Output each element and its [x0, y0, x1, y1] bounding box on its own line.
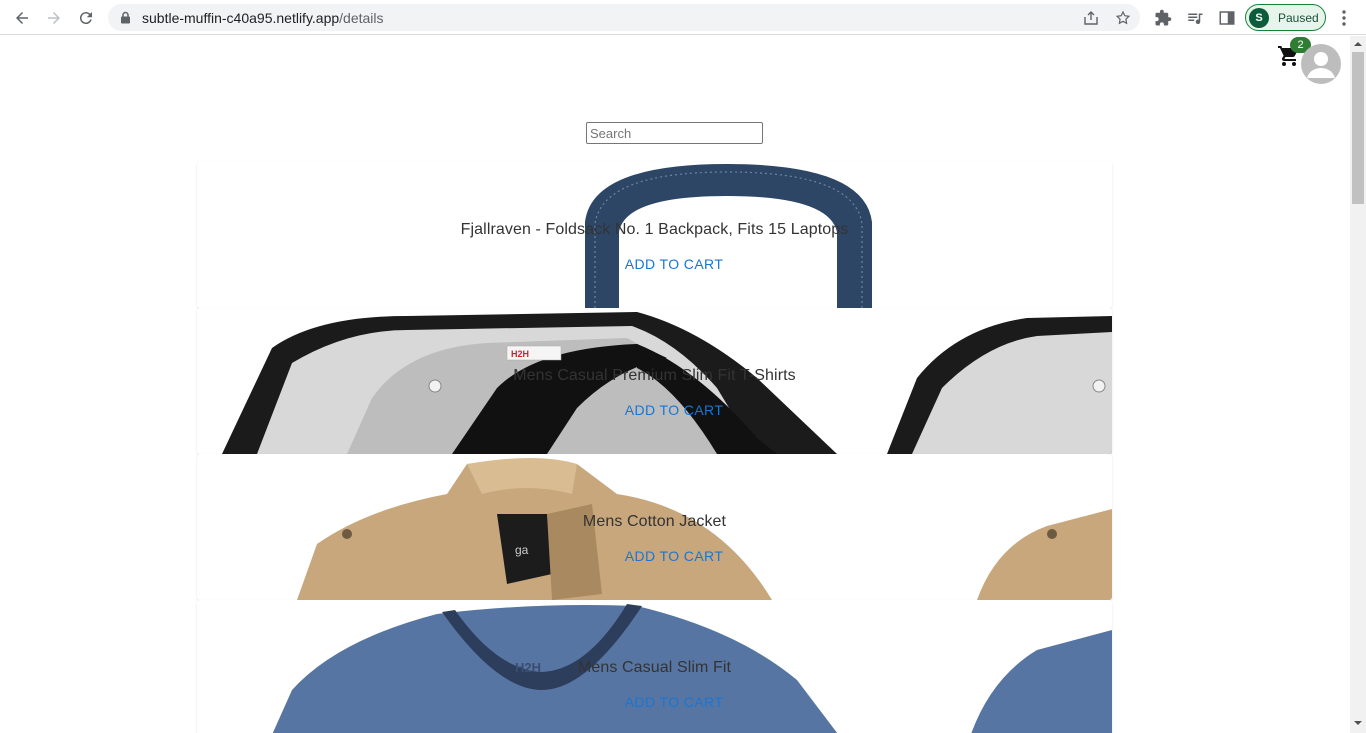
profile-avatar: S [1249, 7, 1269, 28]
page-content: 2 Fjallraven - Foldsack No. 1 Backpack, … [0, 36, 1350, 733]
product-card: H2H Mens Casual Premium Slim Fit T-Shirt… [197, 308, 1112, 454]
search-input[interactable] [586, 122, 763, 144]
menu-icon[interactable] [1336, 8, 1352, 28]
product-title: Fjallraven - Foldsack No. 1 Backpack, Fi… [460, 221, 849, 238]
media-icon[interactable] [1185, 8, 1205, 28]
add-to-cart-button[interactable]: ADD TO CART [594, 252, 754, 276]
scroll-down-icon[interactable] [1354, 719, 1362, 727]
svg-text:ga: ga [515, 543, 529, 557]
url-text: subtle-muffin-c40a95.netlify.app/details [142, 10, 384, 26]
add-to-cart-button[interactable]: ADD TO CART [594, 690, 754, 714]
sidepanel-icon[interactable] [1217, 8, 1237, 28]
url-path: /details [339, 10, 384, 26]
profile-status: Paused [1278, 10, 1319, 25]
star-icon[interactable] [1114, 9, 1132, 27]
product-title: Mens Cotton Jacket [582, 513, 727, 530]
product-list: Fjallraven - Foldsack No. 1 Backpack, Fi… [197, 162, 1112, 733]
profile-button[interactable]: S Paused [1245, 4, 1326, 31]
browser-toolbar: subtle-muffin-c40a95.netlify.app/details… [0, 0, 1366, 35]
product-title: Mens Casual Premium Slim Fit T-Shirts [513, 367, 796, 384]
scroll-thumb[interactable] [1352, 52, 1364, 204]
add-to-cart-button[interactable]: ADD TO CART [594, 398, 754, 422]
product-card: H2H Mens Casual Slim Fit ADD TO CART [197, 600, 1112, 733]
share-icon[interactable] [1082, 9, 1100, 27]
product-card: Fjallraven - Foldsack No. 1 Backpack, Fi… [197, 162, 1112, 308]
extensions-icon[interactable] [1153, 8, 1173, 28]
page-scrollbar[interactable] [1350, 36, 1366, 733]
forward-icon[interactable] [42, 6, 66, 30]
back-icon[interactable] [10, 6, 34, 30]
account-icon[interactable] [1301, 44, 1341, 84]
lock-icon [120, 11, 131, 29]
product-title: Mens Casual Slim Fit [577, 659, 732, 676]
reload-icon[interactable] [74, 6, 98, 30]
svg-text:H2H: H2H [511, 349, 529, 359]
url-host: subtle-muffin-c40a95.netlify.app [142, 10, 340, 26]
add-to-cart-button[interactable]: ADD TO CART [594, 544, 754, 568]
address-bar[interactable]: subtle-muffin-c40a95.netlify.app/details [108, 4, 1140, 31]
scroll-up-icon[interactable] [1354, 40, 1362, 48]
product-card: ga Mens Cotton Jacket ADD TO CART [197, 454, 1112, 600]
